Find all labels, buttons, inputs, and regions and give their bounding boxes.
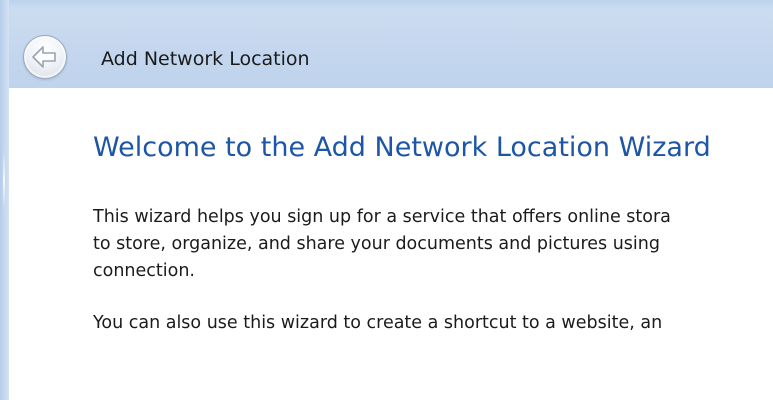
intro-line-2: to store, organize, and share your docum… xyxy=(93,234,660,254)
frame-highlight xyxy=(3,150,5,210)
intro-line-3: connection. xyxy=(93,261,195,281)
shortcut-line: You can also use this wizard to create a… xyxy=(93,313,663,333)
shortcut-paragraph: You can also use this wizard to create a… xyxy=(93,310,662,337)
wizard-window: Add Network Location Welcome to the Add … xyxy=(0,0,773,400)
intro-paragraph: This wizard helps you sign up for a serv… xyxy=(93,204,671,285)
page-title: Welcome to the Add Network Location Wiza… xyxy=(93,132,711,163)
back-button[interactable] xyxy=(23,35,67,79)
title-bar: Add Network Location xyxy=(9,9,773,88)
window-frame-top xyxy=(0,0,773,9)
intro-line-1: This wizard helps you sign up for a serv… xyxy=(93,207,671,227)
back-arrow-icon xyxy=(32,46,56,68)
window-title: Add Network Location xyxy=(101,48,310,70)
window-frame-left xyxy=(0,0,9,400)
wizard-content: Welcome to the Add Network Location Wiza… xyxy=(9,88,773,400)
